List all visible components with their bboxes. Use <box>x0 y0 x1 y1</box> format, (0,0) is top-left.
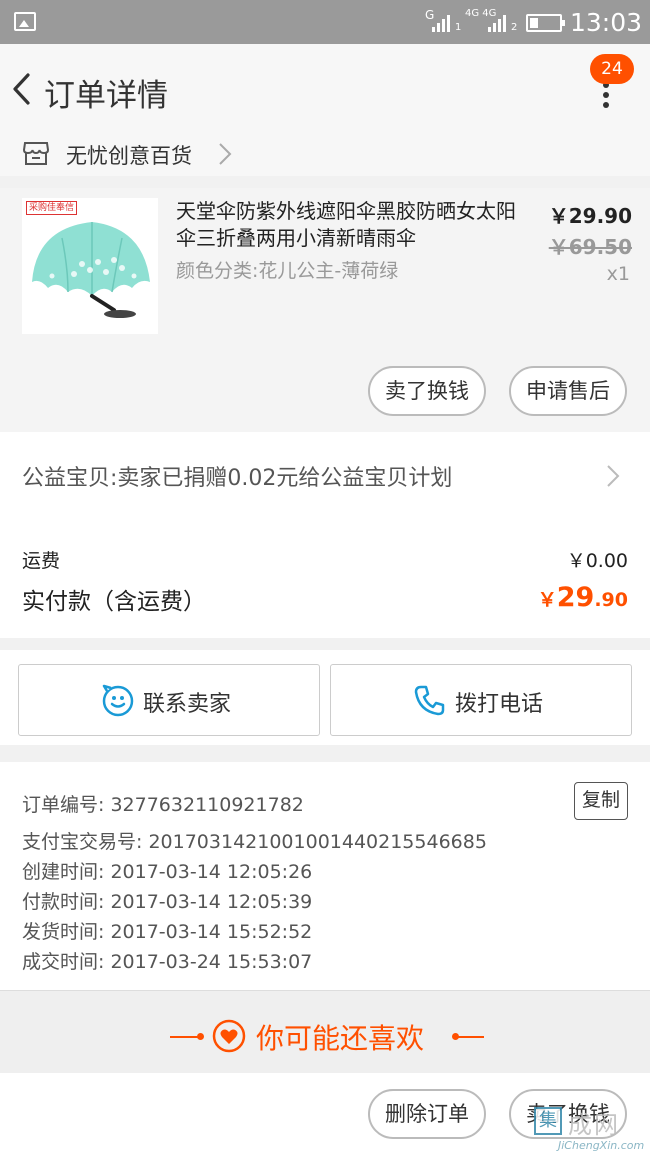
shop-name: 无忧创意百货 <box>66 144 192 168</box>
paid-decimal: .90 <box>594 589 628 611</box>
watermark-logo: 集 <box>534 1107 562 1135</box>
paid-time: 2017-03-14 12:05:39 <box>110 891 313 913</box>
clock: 13:03 <box>570 8 643 37</box>
delete-order-button[interactable]: 删除订单 <box>368 1089 486 1139</box>
completed-time-line: 成交时间: 2017-03-24 15:53:07 <box>22 951 313 973</box>
shipped-time: 2017-03-14 15:52:52 <box>110 921 313 943</box>
after-sale-button[interactable]: 申请售后 <box>509 366 627 416</box>
watermark-text: 成网 <box>568 1111 620 1139</box>
order-info: 订单编号: 3277632110921782 复制 支付宝交易号: 201703… <box>0 762 650 990</box>
bottom-action-bar: 删除订单 卖了换钱 集 成网 JiChengXin.com <box>0 1073 650 1155</box>
order-number-line: 订单编号: 3277632110921782 <box>22 794 304 816</box>
recommend-title: 你可能还喜欢 <box>256 1022 425 1055</box>
status-bar: G 1 4G 4G 2 13:03 <box>0 0 650 44</box>
paid-label: 实付款（含运费） <box>22 589 206 615</box>
paid-time-line: 付款时间: 2017-03-14 12:05:39 <box>22 891 313 913</box>
chevron-right-icon <box>607 465 620 487</box>
alipay-trade-number: 2017031421001001440215546685 <box>148 831 487 853</box>
created-time: 2017-03-14 12:05:26 <box>110 861 313 883</box>
recommend-header: 你可能还喜欢 <box>0 990 650 1073</box>
call-phone-button[interactable]: 拨打电话 <box>330 664 632 736</box>
signal-icon <box>488 14 506 32</box>
shipping-label: 运费 <box>22 550 61 572</box>
completed-time: 2017-03-24 15:53:07 <box>110 951 313 973</box>
watermark-sub: JiChengXin.com <box>558 1139 645 1152</box>
charity-row[interactable]: 公益宝贝:卖家已捐赠0.02元给公益宝贝计划 <box>0 432 650 518</box>
alipay-trade-line: 支付宝交易号: 2017031421001001440215546685 <box>22 831 487 853</box>
sell-button[interactable]: 卖了换钱 <box>368 366 486 416</box>
charity-text: 公益宝贝:卖家已捐赠0.02元给公益宝贝计划 <box>22 466 453 491</box>
heart-icon <box>212 1019 246 1053</box>
chevron-right-icon <box>219 143 232 165</box>
sim2-index: 2 <box>511 22 518 33</box>
divider <box>170 1036 200 1038</box>
created-time-line: 创建时间: 2017-03-14 12:05:26 <box>22 861 313 883</box>
gallery-icon <box>14 12 36 31</box>
paid-value: ￥29.90 <box>538 582 628 613</box>
item-quantity: x1 <box>606 263 630 285</box>
fee-summary: 运费 ￥0.00 实付款（含运费） ￥29.90 <box>0 518 650 638</box>
paid-currency: ￥ <box>537 589 557 611</box>
image-tag: 采购佳奉信 <box>26 201 78 215</box>
shop-row[interactable]: 无忧创意百货 <box>0 132 650 176</box>
contact-seller-label: 联系卖家 <box>143 692 232 717</box>
shipped-time-line: 发货时间: 2017-03-14 15:52:52 <box>22 921 313 943</box>
item-original-price: ￥69.50 <box>548 235 632 259</box>
watermark: 集 成网 JiChengXin.com <box>528 1105 650 1155</box>
paid-integer: 29 <box>556 582 595 613</box>
item-sku: 颜色分类:花儿公主-薄荷绿 <box>176 260 399 282</box>
header: 订单详情 24 <box>0 44 650 132</box>
shipping-value: ￥0.00 <box>566 550 628 572</box>
signal-icon <box>432 14 450 32</box>
notification-badge: 24 <box>590 54 634 84</box>
call-phone-label: 拨打电话 <box>455 692 544 717</box>
item-price: ￥29.90 <box>548 204 632 228</box>
smile-chat-icon <box>102 684 134 717</box>
page-title: 订单详情 <box>44 78 168 114</box>
divider <box>456 1036 484 1038</box>
order-item[interactable]: 采购佳奉信 天堂伞防紫外线遮阳伞黑胶防晒女太阳伞三折叠两用小清新晴雨伞 颜色分类… <box>0 188 650 432</box>
contact-block: 联系卖家 拨打电话 <box>0 650 650 745</box>
product-image[interactable]: 采购佳奉信 <box>22 198 158 334</box>
phone-icon <box>414 685 445 716</box>
item-title: 天堂伞防紫外线遮阳伞黑胶防晒女太阳伞三折叠两用小清新晴雨伞 <box>176 199 516 250</box>
divider-dot <box>197 1033 204 1040</box>
store-icon <box>22 142 50 165</box>
back-icon[interactable] <box>10 72 34 106</box>
battery-icon <box>526 14 565 32</box>
sim1-index: 1 <box>455 22 462 33</box>
order-number: 3277632110921782 <box>110 794 304 816</box>
copy-button[interactable]: 复制 <box>574 782 628 820</box>
contact-seller-button[interactable]: 联系卖家 <box>18 664 320 736</box>
more-icon[interactable] <box>598 82 614 112</box>
